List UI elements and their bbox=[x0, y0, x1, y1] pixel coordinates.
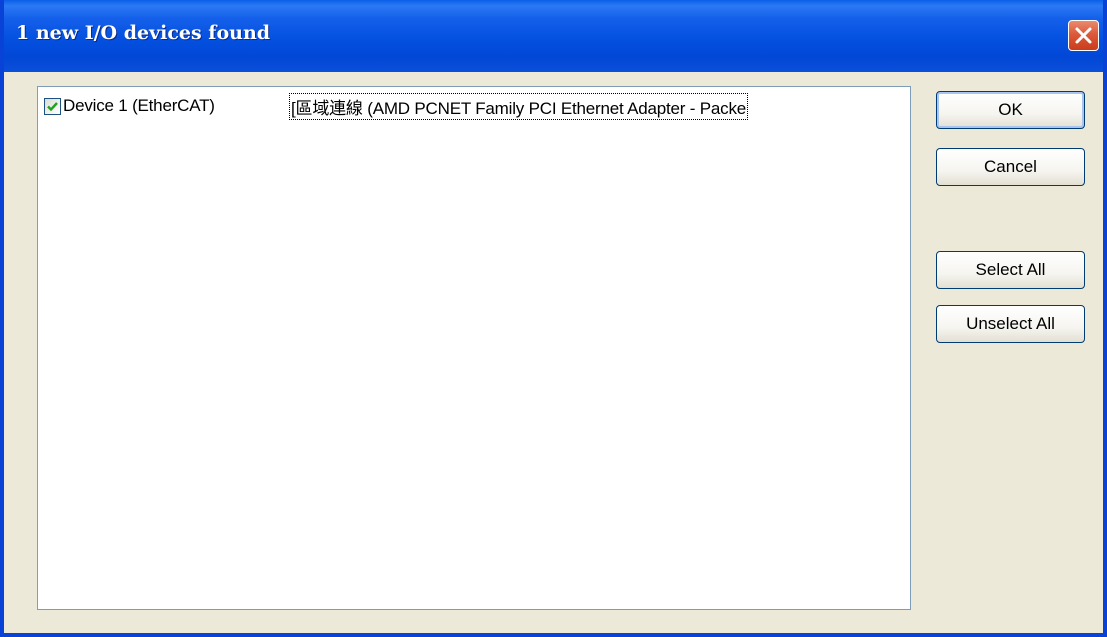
device-checkbox[interactable] bbox=[44, 97, 61, 115]
checkmark-icon bbox=[47, 101, 58, 111]
device-list[interactable]: Device 1 (EtherCAT) [區域連線 (AMD PCNET Fam… bbox=[37, 86, 911, 610]
close-button[interactable] bbox=[1068, 20, 1099, 51]
title-bar[interactable]: 1 new I/O devices found bbox=[4, 0, 1103, 72]
unselect-all-button[interactable]: Unselect All bbox=[936, 305, 1085, 343]
select-all-button[interactable]: Select All bbox=[936, 251, 1085, 289]
list-item[interactable]: Device 1 (EtherCAT) [區域連線 (AMD PCNET Fam… bbox=[44, 92, 749, 120]
close-icon bbox=[1075, 27, 1092, 44]
cancel-button[interactable]: Cancel bbox=[936, 148, 1085, 186]
window-title: 1 new I/O devices found bbox=[16, 22, 271, 44]
device-name: Device 1 (EtherCAT) bbox=[63, 96, 215, 115]
device-description: [區域連線 (AMD PCNET Family PCI Ethernet Ada… bbox=[289, 92, 749, 120]
dialog-window: 1 new I/O devices found Device 1 (EtherC… bbox=[0, 0, 1107, 637]
ok-button[interactable]: OK bbox=[936, 91, 1085, 129]
